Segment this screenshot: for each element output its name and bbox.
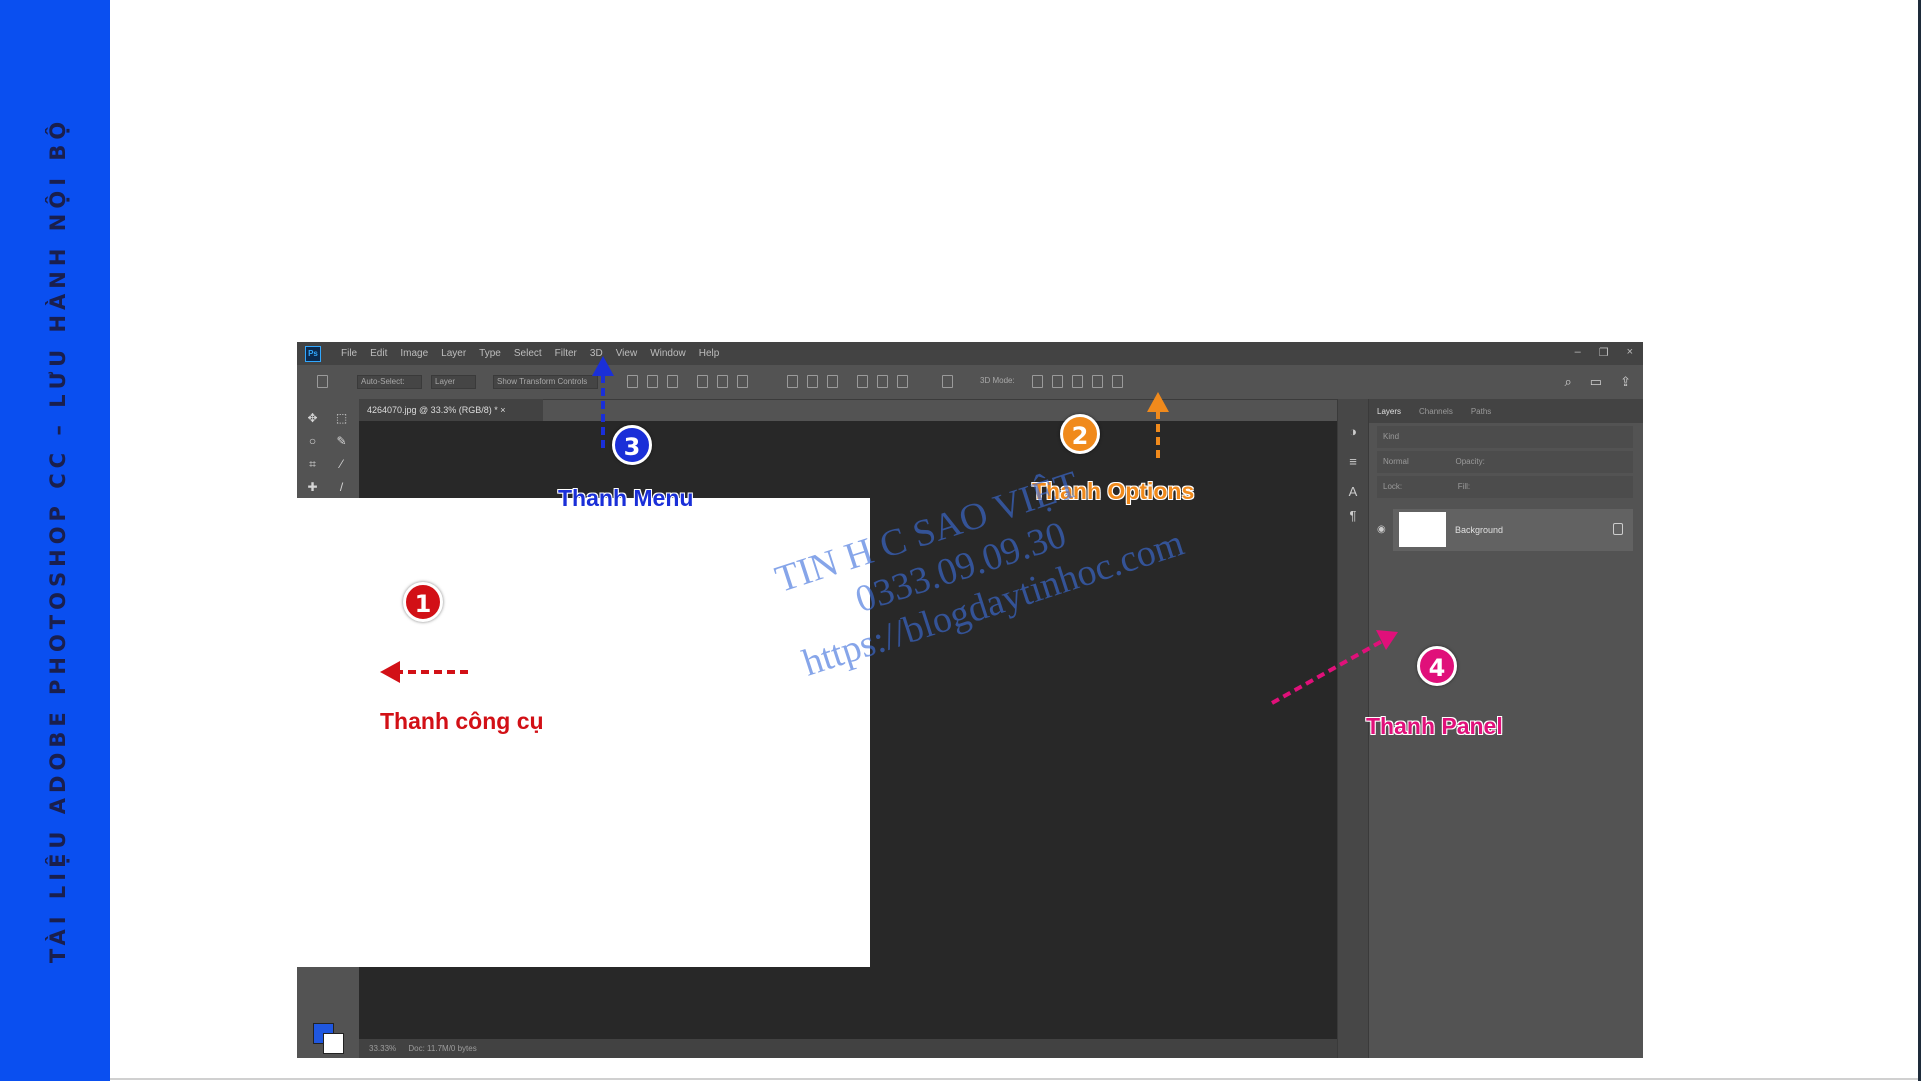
auto-align-icon[interactable] [942, 375, 953, 388]
banner-title: TÀI LIỆU ADOBE PHOTOSHOP CC – LƯU HÀNH N… [46, 116, 70, 964]
align-center-icon[interactable] [647, 375, 658, 388]
orbit-3d-icon[interactable] [1032, 375, 1043, 388]
window-controls: – ❐ × [1575, 346, 1633, 359]
distribute-center-icon[interactable] [877, 375, 888, 388]
lock-icon [1613, 523, 1623, 535]
lock-row: Lock: Fill: [1377, 476, 1633, 498]
blend-mode-row: Normal Opacity: [1377, 451, 1633, 473]
options-right-icons: ⌕ ▭ ⇪ [1565, 374, 1631, 390]
label-toolbar: Thanh công cụ [380, 708, 544, 734]
layer-filter-kind[interactable]: Kind [1377, 426, 1633, 448]
label-options: Thanh Options [1032, 478, 1195, 504]
scale-3d-icon[interactable] [1112, 375, 1123, 388]
blend-mode-dropdown[interactable]: Normal [1383, 457, 1409, 466]
options-bar: Auto-Select: Layer Show Transform Contro… [297, 365, 1643, 400]
label-menu: Thanh Menu [558, 485, 694, 511]
layer-row-background[interactable]: Background [1393, 509, 1633, 551]
badge-3: 3 [612, 425, 652, 465]
brush-tool-icon[interactable]: / [335, 481, 348, 494]
auto-select-checkbox[interactable]: Auto-Select: [357, 375, 422, 389]
tab-channels[interactable]: Channels [1419, 407, 1453, 416]
character-panel-icon[interactable]: A [1346, 485, 1360, 499]
distribute-middle-icon[interactable] [807, 375, 818, 388]
restore-icon[interactable]: ❐ [1599, 346, 1609, 359]
bottom-divider [110, 1078, 1921, 1080]
workspace-icon[interactable]: ▭ [1590, 374, 1602, 390]
move-tool-icon[interactable]: ✥ [306, 412, 319, 425]
status-bar: 33.33% Doc: 11.7M/0 bytes [359, 1039, 1337, 1058]
tab-paths[interactable]: Paths [1471, 407, 1491, 416]
menu-select[interactable]: Select [514, 348, 542, 359]
menu-edit[interactable]: Edit [370, 348, 387, 359]
menu-type[interactable]: Type [479, 348, 501, 359]
distribute-left-icon[interactable] [857, 375, 868, 388]
layer-visibility-eye-icon[interactable]: ◉ [1377, 524, 1386, 535]
align-bottom-icon[interactable] [737, 375, 748, 388]
fill-label: Fill: [1457, 482, 1471, 491]
menu-file[interactable]: File [341, 348, 357, 359]
side-banner: TÀI LIỆU ADOBE PHOTOSHOP CC – LƯU HÀNH N… [0, 0, 110, 1081]
layer-name: Background [1455, 525, 1504, 535]
badge-1: 1 [403, 582, 443, 622]
history-panel-icon[interactable]: ◑ [1346, 425, 1360, 439]
lock-label: Lock: [1383, 482, 1403, 491]
align-middle-icon[interactable] [717, 375, 728, 388]
background-color-swatch[interactable] [323, 1033, 344, 1054]
search-icon[interactable]: ⌕ [1565, 374, 1572, 390]
crop-tool-icon[interactable]: ⌗ [306, 458, 319, 471]
eyedropper-tool-icon[interactable]: ⁄ [335, 458, 348, 471]
drag-3d-icon[interactable] [1072, 375, 1083, 388]
show-transform-checkbox[interactable]: Show Transform Controls [493, 375, 598, 389]
badge-4: 4 [1417, 646, 1457, 686]
align-top-icon[interactable] [697, 375, 708, 388]
close-icon[interactable]: × [1627, 346, 1633, 359]
distribute-right-icon[interactable] [897, 375, 908, 388]
auto-select-dropdown[interactable]: Layer [431, 375, 476, 389]
opacity-label: Opacity: [1455, 457, 1485, 466]
align-left-icon[interactable] [627, 375, 638, 388]
menu-bar: Ps File Edit Image Layer Type Select Fil… [297, 342, 1643, 365]
menu-3d[interactable]: 3D [590, 348, 603, 359]
healing-brush-tool-icon[interactable]: ✚ [306, 481, 319, 494]
layers-panel-footer [1369, 1036, 1643, 1058]
badge-4-number: 4 [1428, 654, 1446, 682]
panel-tabs: Layers Channels Paths [1369, 399, 1643, 423]
distribute-top-icon[interactable] [787, 375, 798, 388]
panel-icon-strip: ◑ ≡ A ¶ [1337, 399, 1369, 1058]
kind-label: Kind [1383, 432, 1400, 441]
move-tool-preset-icon[interactable] [317, 375, 328, 388]
paragraph-panel-icon[interactable]: ¶ [1346, 509, 1360, 523]
badge-1-number: 1 [414, 590, 432, 618]
menu-help[interactable]: Help [699, 348, 720, 359]
label-panel: Thanh Panel [1366, 713, 1503, 739]
quick-select-tool-icon[interactable]: ✎ [335, 435, 348, 448]
roll-3d-icon[interactable] [1052, 375, 1063, 388]
menu-image[interactable]: Image [400, 348, 428, 359]
lasso-tool-icon[interactable]: ○ [306, 435, 319, 448]
minimize-icon[interactable]: – [1575, 346, 1581, 359]
menu-window[interactable]: Window [650, 348, 686, 359]
tab-layers[interactable]: Layers [1377, 407, 1401, 416]
menu-filter[interactable]: Filter [555, 348, 577, 359]
share-icon[interactable]: ⇪ [1620, 374, 1631, 390]
slide-3d-icon[interactable] [1092, 375, 1103, 388]
marquee-tool-icon[interactable]: ⬚ [335, 412, 348, 425]
document-tab[interactable]: 4264070.jpg @ 33.3% (RGB/8) * × [359, 399, 543, 421]
badge-3-number: 3 [623, 433, 641, 461]
photoshop-logo-icon: Ps [305, 345, 321, 362]
adjustments-panel-icon[interactable]: ≡ [1346, 455, 1360, 469]
zoom-level[interactable]: 33.33% [369, 1044, 396, 1053]
menu-view[interactable]: View [616, 348, 638, 359]
menu-items: File Edit Image Layer Type Select Filter… [341, 348, 719, 359]
menu-layer[interactable]: Layer [441, 348, 466, 359]
distribute-bottom-icon[interactable] [827, 375, 838, 388]
badge-2-number: 2 [1071, 422, 1089, 450]
layer-thumbnail [1399, 512, 1446, 547]
badge-2: 2 [1060, 414, 1100, 454]
mode-3d-label: 3D Mode: [980, 376, 1015, 385]
align-right-icon[interactable] [667, 375, 678, 388]
doc-size: Doc: 11.7M/0 bytes [408, 1044, 477, 1053]
